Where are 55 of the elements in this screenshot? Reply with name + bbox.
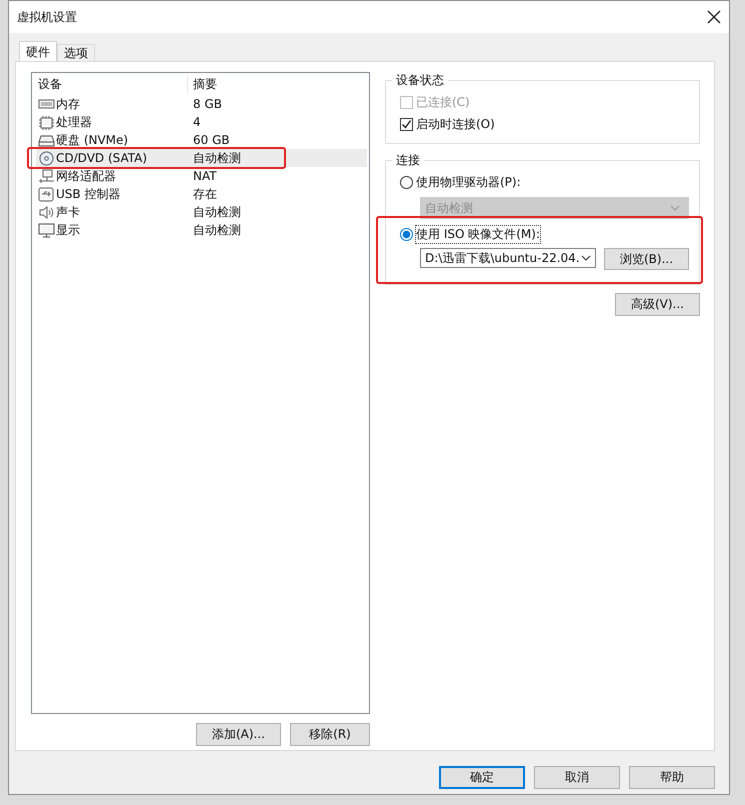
device-name: 声卡 bbox=[56, 204, 80, 220]
device-row[interactable]: 处理器 4 bbox=[36, 113, 367, 131]
device-row[interactable]: 内存 8 GB bbox=[36, 95, 367, 113]
device-summary: NAT bbox=[192, 169, 217, 183]
device-summary: 存在 bbox=[192, 186, 217, 202]
checkbox[interactable] bbox=[400, 118, 413, 130]
group-title: 设备状态 bbox=[395, 72, 445, 89]
device-summary: 自动检测 bbox=[192, 204, 241, 220]
device-row[interactable]: 网络适配器 NAT bbox=[36, 167, 367, 185]
monitor-icon bbox=[38, 222, 55, 238]
group-title: 连接 bbox=[395, 152, 421, 169]
column-header[interactable]: 摘要 bbox=[187, 76, 217, 92]
device-name: 硬盘 (NVMe) bbox=[56, 132, 128, 148]
device-name: 内存 bbox=[56, 96, 80, 112]
iso-path-field[interactable]: D:\迅雷下载\ubuntu-22.04. bbox=[420, 248, 596, 268]
device-name: 处理器 bbox=[56, 114, 92, 130]
dialog-button[interactable]: 帮助 bbox=[629, 766, 715, 789]
device-row[interactable]: 显示 自动检测 bbox=[36, 221, 367, 239]
checkbox-label: 启动时连接(O) bbox=[416, 116, 495, 132]
dialog-button[interactable]: 取消 bbox=[534, 766, 620, 789]
checkbox-label: 已连接(C) bbox=[416, 94, 470, 110]
device-name: USB 控制器 bbox=[56, 186, 120, 202]
device-row[interactable]: 声卡 自动检测 bbox=[36, 203, 367, 221]
radio-label: 使用物理驱动器(P): bbox=[416, 174, 521, 190]
device-row[interactable]: USB 控制器 存在 bbox=[36, 185, 367, 203]
tab[interactable]: 硬件 bbox=[19, 41, 57, 61]
radio-button[interactable] bbox=[400, 176, 413, 188]
column-header[interactable]: 设备 bbox=[36, 76, 187, 92]
device-name: CD/DVD (SATA) bbox=[56, 151, 148, 165]
device-summary: 60 GB bbox=[192, 133, 230, 147]
close-icon[interactable] bbox=[707, 10, 721, 24]
radio-button[interactable] bbox=[400, 228, 413, 240]
device-summary: 自动检测 bbox=[192, 150, 241, 166]
browse-button[interactable]: 浏览(B)... bbox=[604, 248, 689, 270]
tab[interactable]: 选项 bbox=[57, 44, 95, 61]
list-button[interactable]: 添加(A)... bbox=[196, 723, 281, 746]
device-name: 显示 bbox=[56, 222, 80, 238]
list-button[interactable]: 移除(R) bbox=[290, 723, 370, 746]
network-icon bbox=[38, 168, 55, 184]
dialog-button[interactable]: 确定 bbox=[439, 766, 525, 789]
advanced-button[interactable]: 高级(V)... bbox=[615, 293, 700, 316]
disc-icon bbox=[38, 150, 55, 166]
chip-icon bbox=[38, 114, 55, 130]
device-summary: 8 GB bbox=[192, 97, 222, 111]
chevron-icon bbox=[581, 255, 591, 261]
device-row[interactable]: 硬盘 (NVMe) 60 GB bbox=[36, 131, 367, 149]
device-summary: 自动检测 bbox=[192, 222, 241, 238]
window-title: 虚拟机设置 bbox=[17, 8, 77, 26]
device-name: 网络适配器 bbox=[56, 168, 116, 184]
device-summary: 4 bbox=[192, 115, 201, 129]
speaker-icon bbox=[38, 204, 55, 220]
usb-icon bbox=[38, 186, 55, 202]
chevron-icon bbox=[670, 205, 680, 211]
radio-label: 使用 ISO 映像文件(M): bbox=[416, 226, 540, 242]
memory-icon bbox=[38, 96, 55, 112]
